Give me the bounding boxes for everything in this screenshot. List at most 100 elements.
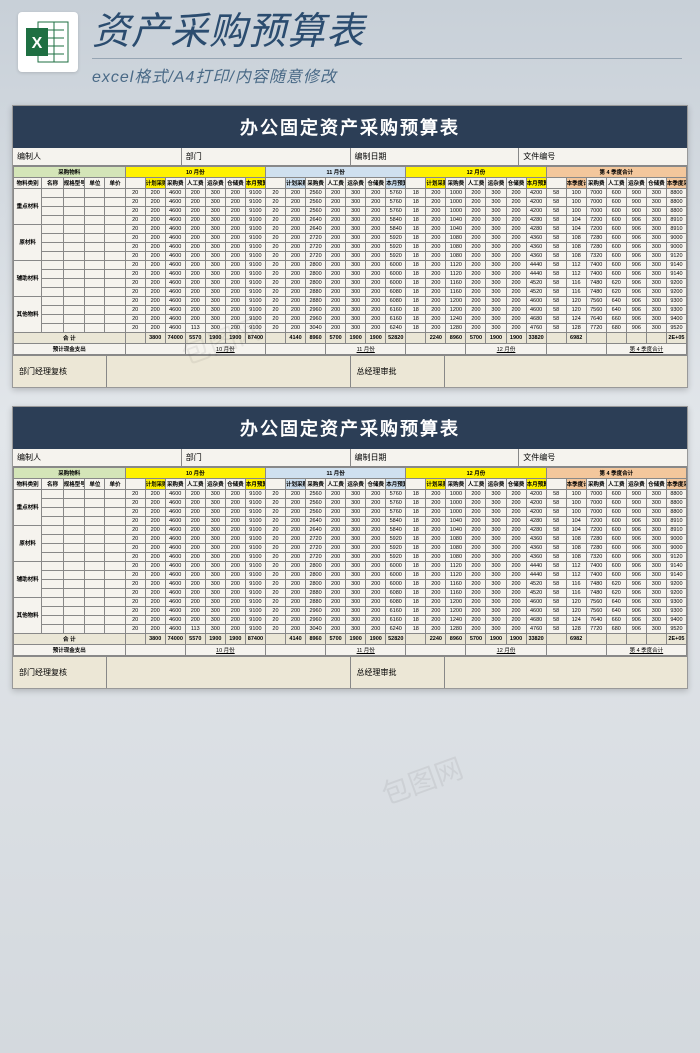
data-cell: 200 [366,206,386,215]
data-cell: 18 [406,615,426,624]
data-cell: 900 [626,197,646,206]
data-cell: 200 [426,287,446,296]
data-cell: 600 [606,516,626,525]
metric-header: 人工费 [466,478,486,489]
metric-header: 仓储费 [366,177,386,188]
data-cell: 6000 [386,269,406,278]
data-cell: 4600 [165,552,185,561]
data-cell: 200 [326,570,346,579]
data-cell: 600 [606,570,626,579]
data-cell: 200 [466,206,486,215]
data-cell: 200 [286,507,306,516]
footer-dept-review: 部门经理复核 [13,356,107,387]
data-cell: 906 [626,215,646,224]
data-cell: 9300 [666,296,686,305]
info-fileno: 文件编号 [519,148,687,165]
data-cell: 2720 [306,242,326,251]
data-cell: 4200 [526,188,546,197]
data-cell: 300 [646,305,666,314]
data-cell: 200 [426,588,446,597]
data-cell: 300 [486,498,506,507]
data-cell: 18 [406,278,426,287]
data-cell: 4200 [526,489,546,498]
table-row: 重点材料 20200460020030020091002020025602003… [14,188,687,197]
data-cell: 6080 [386,588,406,597]
metric-header: 人工费 [326,478,346,489]
data-cell: 104 [566,224,586,233]
data-cell: 300 [486,233,506,242]
metric-header: 本季度计划采购量 [566,177,586,188]
data-cell: 18 [406,516,426,525]
data-cell: 9120 [666,552,686,561]
data-cell: 200 [466,314,486,323]
data-cell: 200 [506,507,526,516]
data-cell: 200 [366,516,386,525]
data-cell: 200 [145,579,165,588]
data-cell: 20 [125,516,145,525]
table-row: 2020046002003002009100202002800200300200… [14,579,687,588]
data-cell: 300 [646,561,666,570]
data-cell: 200 [286,251,306,260]
category-label: 重点材料 [14,188,42,224]
data-cell: 200 [326,215,346,224]
data-cell: 4600 [165,188,185,197]
metric-header: 采购费 [306,478,326,489]
table-body: 重点材料 20200460020030020091002020025602003… [14,489,687,655]
metric-header: 计划采购量 [145,478,165,489]
data-cell: 906 [626,579,646,588]
data-cell: 2880 [306,287,326,296]
data-cell: 18 [406,588,426,597]
data-cell: 20 [125,314,145,323]
data-cell: 58 [546,323,566,332]
data-cell: 1040 [446,224,466,233]
data-cell: 4600 [165,206,185,215]
col-header: 单价 [105,177,125,188]
data-cell: 200 [466,570,486,579]
col-header: 物料类别 [14,177,42,188]
data-cell: 20 [125,489,145,498]
data-cell: 9140 [666,570,686,579]
metric-header: 人工费 [185,478,205,489]
data-cell: 9000 [666,543,686,552]
data-cell: 8910 [666,525,686,534]
data-cell: 9100 [245,215,265,224]
data-cell: 20 [265,314,285,323]
data-cell: 300 [646,588,666,597]
data-cell: 20 [125,507,145,516]
data-cell: 20 [125,188,145,197]
data-cell: 300 [486,305,506,314]
data-cell: 200 [366,588,386,597]
data-cell: 200 [426,233,446,242]
data-cell: 200 [506,278,526,287]
data-cell: 5840 [386,525,406,534]
data-cell: 200 [466,233,486,242]
data-cell: 18 [406,287,426,296]
data-cell: 300 [646,224,666,233]
data-cell: 20 [265,260,285,269]
table-row: 2020046002003002009100202002560200300200… [14,507,687,516]
data-cell: 2640 [306,215,326,224]
data-cell: 906 [626,323,646,332]
data-cell: 9300 [666,606,686,615]
sheet-title: 办公固定资产采购预算表 [13,407,687,449]
data-cell: 20 [125,570,145,579]
data-cell: 200 [466,278,486,287]
table-row: 2020046002003002009100202002720200300200… [14,534,687,543]
data-cell: 7560 [586,296,606,305]
data-cell: 9100 [245,570,265,579]
data-cell: 7400 [586,269,606,278]
data-cell: 200 [366,507,386,516]
data-cell: 1080 [446,242,466,251]
info-dept: 部门 [182,148,351,165]
data-cell: 640 [606,597,626,606]
data-cell: 200 [145,561,165,570]
data-cell: 906 [626,260,646,269]
data-cell: 7640 [586,615,606,624]
data-cell: 20 [265,552,285,561]
data-cell: 9000 [666,242,686,251]
metric-header: 计划采购量 [145,177,165,188]
data-cell: 20 [265,489,285,498]
data-cell: 300 [646,597,666,606]
data-cell: 20 [265,606,285,615]
data-cell: 200 [366,197,386,206]
